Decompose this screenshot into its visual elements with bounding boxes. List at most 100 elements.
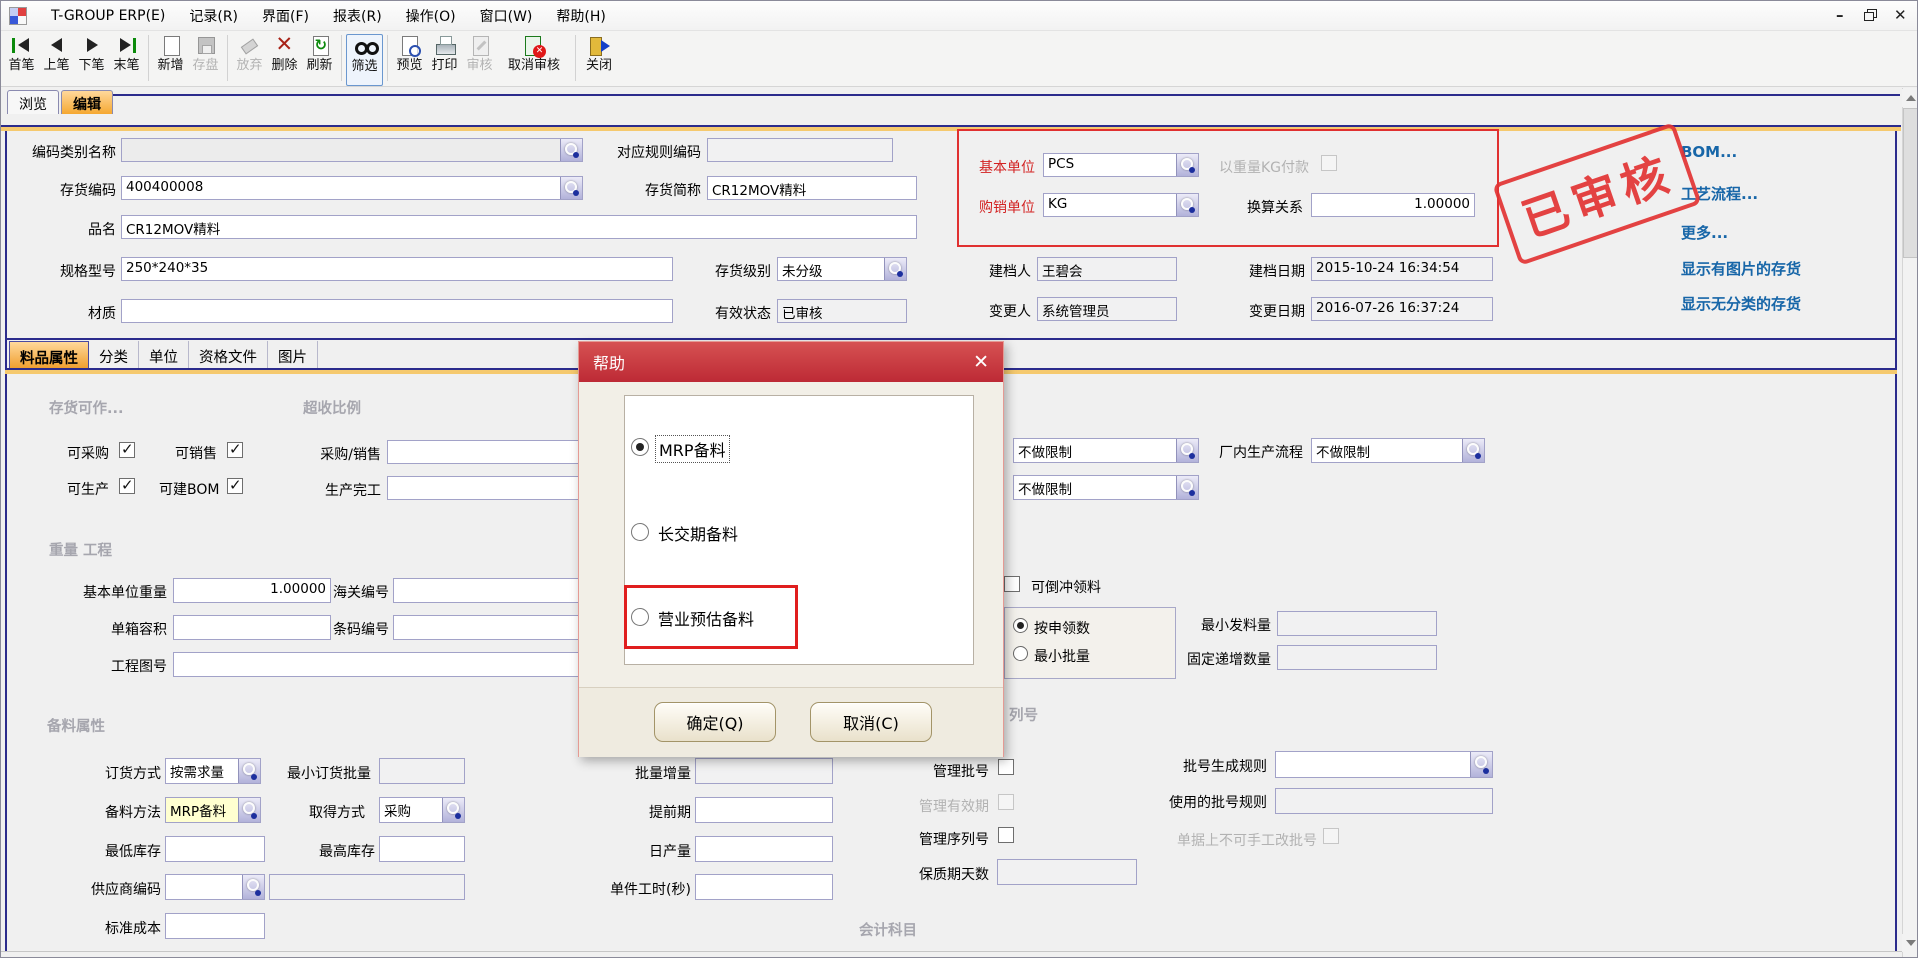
restriction-field-1[interactable]: 不做限制 (1013, 438, 1199, 463)
supplier-code-field[interactable] (165, 874, 265, 900)
bom-allowed-checkbox[interactable] (227, 478, 243, 494)
material-field[interactable] (121, 299, 673, 323)
customs-code-field[interactable] (393, 578, 593, 603)
toolbar-next-button[interactable]: 下笔 (74, 34, 109, 84)
min-stock-field[interactable] (165, 836, 265, 862)
unit-hours-field[interactable] (695, 874, 833, 900)
scrollbar-thumb[interactable] (1903, 108, 1918, 258)
std-cost-field[interactable] (165, 913, 265, 939)
dialog-close-icon[interactable]: ✕ (973, 351, 989, 373)
dialog-titlebar[interactable]: 帮助 ✕ (579, 342, 1003, 382)
lookup-icon[interactable] (1176, 476, 1198, 499)
lookup-icon[interactable] (238, 759, 260, 783)
ok-button[interactable]: 确定(Q) (654, 702, 776, 742)
menu-interface[interactable]: 界面(F) (262, 6, 309, 26)
menu-tgroup-erp[interactable]: T-GROUP ERP(E) (51, 8, 165, 24)
menu-window[interactable]: 窗口(W) (480, 6, 533, 26)
creator-field: 王碧会 (1037, 257, 1177, 281)
sellable-checkbox[interactable] (227, 442, 243, 458)
scroll-up-icon[interactable] (1902, 89, 1918, 107)
lookup-icon[interactable] (560, 139, 582, 161)
prep-method-field[interactable]: MRP备料 (165, 797, 261, 823)
min-batch-radio[interactable] (1013, 646, 1028, 661)
mrp-prep-radio[interactable] (631, 438, 649, 456)
manage-serial-checkbox[interactable] (998, 827, 1014, 843)
daily-output-field[interactable] (695, 836, 833, 862)
restriction-field-2[interactable]: 不做限制 (1013, 475, 1199, 500)
toolbar-separator (148, 35, 149, 81)
conversion-field[interactable]: 1.00000 (1311, 193, 1475, 217)
lookup-icon[interactable] (1176, 439, 1198, 462)
subtab-unit[interactable]: 单位 (139, 341, 189, 368)
link-more[interactable]: 更多... (1681, 222, 1728, 243)
toolbar-delete-button[interactable]: 删除 (267, 34, 302, 84)
restore-icon[interactable] (1864, 9, 1877, 21)
production-finish-field[interactable] (387, 476, 592, 500)
mrp-prep-label[interactable]: MRP备料 (655, 435, 730, 463)
item-code-field[interactable]: 400400008 (121, 176, 583, 200)
toolbar-print-button[interactable]: 打印 (427, 34, 462, 84)
purchasable-checkbox[interactable] (119, 442, 135, 458)
toolbar-new-button[interactable]: 新增 (153, 34, 188, 84)
close-icon[interactable]: ✕ (1894, 6, 1907, 24)
spec-field[interactable]: 250*240*35 (121, 257, 673, 281)
order-mode-field[interactable]: 按需求量 (165, 758, 261, 784)
toolbar-filter-button[interactable]: 筛选 (346, 34, 383, 86)
link-show-with-image[interactable]: 显示有图片的存货 (1681, 258, 1801, 279)
level-field[interactable]: 未分级 (777, 257, 907, 281)
batch-rule-field[interactable] (1275, 751, 1493, 778)
lookup-icon[interactable] (1462, 439, 1484, 462)
link-bom[interactable]: BOM... (1681, 143, 1737, 161)
barcode-field[interactable] (393, 615, 593, 640)
factory-flow-field[interactable]: 不做限制 (1311, 438, 1485, 463)
lookup-icon[interactable] (442, 798, 464, 822)
subtab-qualification[interactable]: 资格文件 (189, 341, 268, 368)
toolbar-last-button[interactable]: 末笔 (109, 34, 144, 84)
base-unit-weight-field[interactable]: 1.00000 (173, 578, 331, 603)
max-stock-field[interactable] (379, 836, 465, 862)
lookup-icon[interactable] (238, 798, 260, 822)
toolbar-unaudit-button[interactable]: 取消审核 (497, 34, 571, 84)
lookup-icon[interactable] (1176, 154, 1198, 176)
menu-record[interactable]: 记录(R) (189, 6, 238, 26)
menu-operation[interactable]: 操作(O) (406, 6, 456, 26)
over-purchase-sale-field[interactable] (387, 440, 592, 464)
toolbar-preview-button[interactable]: 预览 (392, 34, 427, 84)
minimize-icon[interactable]: – (1836, 6, 1844, 24)
producible-checkbox[interactable] (119, 478, 135, 494)
tab-browse[interactable]: 浏览 (7, 90, 59, 114)
subtab-image[interactable]: 图片 (268, 341, 318, 368)
acquire-mode-field[interactable]: 采购 (379, 797, 465, 823)
leadtime-field[interactable] (695, 797, 833, 823)
long-lead-prep-label[interactable]: 长交期备料 (655, 520, 741, 546)
trade-unit-field[interactable]: KG (1043, 193, 1199, 217)
long-lead-prep-radio[interactable] (631, 523, 649, 541)
menu-help[interactable]: 帮助(H) (556, 6, 605, 26)
cancel-button[interactable]: 取消(C) (810, 702, 932, 742)
item-alias-field[interactable]: CR12MOV精料 (707, 176, 917, 200)
scroll-down-icon[interactable] (1902, 934, 1918, 952)
item-name-field[interactable]: CR12MOV精料 (121, 215, 917, 239)
drawing-no-field[interactable] (173, 652, 593, 677)
tab-edit[interactable]: 编辑 (61, 90, 113, 114)
manage-batch-checkbox[interactable] (998, 759, 1014, 775)
toolbar-close-button[interactable]: 关闭 (580, 34, 618, 84)
lookup-icon[interactable] (1470, 752, 1492, 777)
lookup-icon[interactable] (560, 177, 582, 199)
box-volume-field[interactable] (173, 615, 331, 640)
code-category-field[interactable] (121, 138, 583, 162)
subtab-category[interactable]: 分类 (89, 341, 139, 368)
subtab-item-attrs[interactable]: 料品属性 (9, 341, 89, 368)
base-unit-field[interactable]: PCS (1043, 153, 1199, 177)
issue-by-apply-radio[interactable] (1013, 618, 1028, 633)
link-show-unclassified[interactable]: 显示无分类的存货 (1681, 293, 1801, 314)
toolbar-prev-button[interactable]: 上笔 (39, 34, 74, 84)
backflush-checkbox[interactable] (1004, 576, 1020, 592)
menu-report[interactable]: 报表(R) (333, 6, 382, 26)
toolbar-first-button[interactable]: 首笔 (4, 34, 39, 84)
toolbar-separator (575, 35, 576, 81)
lookup-icon[interactable] (1176, 194, 1198, 216)
lookup-icon[interactable] (242, 875, 264, 899)
toolbar-refresh-button[interactable]: 刷新 (302, 34, 337, 84)
lookup-icon[interactable] (884, 258, 906, 280)
